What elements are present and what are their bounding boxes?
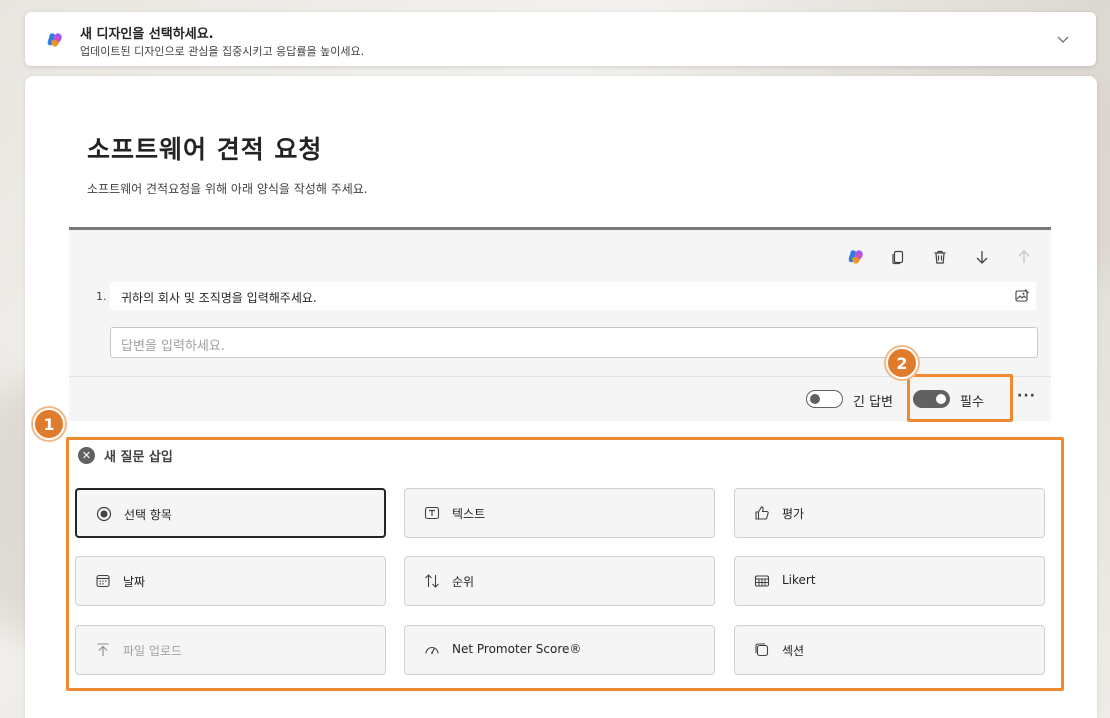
- trash-icon: [934, 250, 946, 264]
- callout-box-insert-panel: [66, 437, 1064, 691]
- insert-media-icon[interactable]: [1014, 288, 1030, 304]
- callout-badge-1: 1: [33, 408, 65, 440]
- question-number: 1.: [96, 290, 107, 303]
- delete-button[interactable]: [931, 248, 949, 266]
- long-answer-toggle[interactable]: [806, 390, 843, 408]
- copy-button[interactable]: [889, 248, 907, 266]
- banner-subtitle: 업데이트된 디자인으로 관심을 집중시키고 응답률을 높이세요.: [80, 45, 365, 58]
- callout-box-required: [907, 374, 1013, 422]
- copilot-icon: [848, 250, 863, 264]
- answer-placeholder: 답변을 입력하세요.: [121, 339, 225, 354]
- question-block[interactable]: 1. 귀하의 회사 및 조직명을 입력해주세요. 답변을 입력하세요. 긴 답변…: [69, 227, 1051, 421]
- question-title-text: 귀하의 회사 및 조직명을 입력해주세요.: [121, 291, 317, 305]
- question-title-input[interactable]: 귀하의 회사 및 조직명을 입력해주세요.: [110, 282, 1036, 310]
- chevron-down-icon[interactable]: [1056, 32, 1070, 46]
- form-description[interactable]: 소프트웨어 견적요청을 위해 아래 양식을 작성해 주세요.: [87, 180, 368, 197]
- arrow-up-icon: [1018, 250, 1030, 263]
- copilot-icon: [47, 33, 62, 47]
- banner-title: 새 디자인을 선택하세요.: [80, 27, 214, 42]
- form-title[interactable]: 소프트웨어 견적 요청: [87, 130, 322, 166]
- move-up-button[interactable]: [1015, 248, 1033, 266]
- more-options-button[interactable]: ···: [1017, 388, 1036, 404]
- callout-badge-2: 2: [886, 347, 918, 379]
- arrow-down-icon: [976, 251, 988, 264]
- copilot-suggest-button[interactable]: [847, 248, 865, 266]
- copy-icon: [892, 250, 904, 265]
- new-design-banner[interactable]: 새 디자인을 선택하세요. 업데이트된 디자인으로 관심을 집중시키고 응답률을…: [25, 12, 1096, 66]
- question-toolbar: [847, 248, 1033, 266]
- move-down-button[interactable]: [973, 248, 991, 266]
- long-answer-label: 긴 답변: [853, 395, 894, 410]
